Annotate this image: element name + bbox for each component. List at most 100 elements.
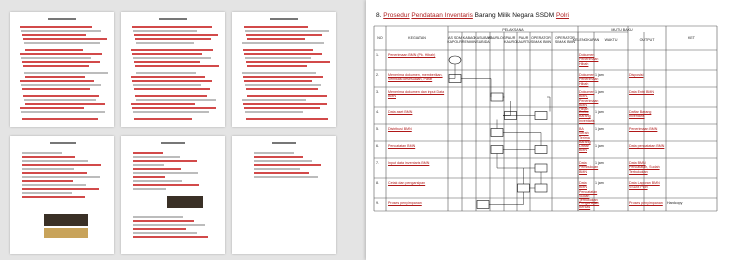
thumbnail-text-line xyxy=(242,72,316,74)
flow-process-box xyxy=(534,183,548,193)
thumbnail-text-line xyxy=(134,34,218,36)
flow-process-box xyxy=(534,145,548,154)
thumbnail-text-line xyxy=(48,18,76,20)
thumbnail-text-line xyxy=(22,34,86,36)
thumbnail-text-line xyxy=(22,168,74,170)
thumbnail-text-line xyxy=(25,103,105,105)
thumbnail-text-line xyxy=(133,184,199,186)
row-waktu: - xyxy=(595,201,597,205)
thumbnail-text-line xyxy=(254,168,300,170)
thumbnail-text-line xyxy=(22,164,101,166)
thumbnail-text-line xyxy=(133,216,183,218)
thumbnail-page-6[interactable] xyxy=(232,136,336,254)
thumbnail-page-5[interactable] xyxy=(121,136,225,254)
thumbnail-text-line xyxy=(21,84,101,86)
thumbnail-text-line xyxy=(22,188,99,190)
row-output: Data Laporan BMN SSDM Polri xyxy=(629,181,660,190)
row-number: 6. xyxy=(376,144,379,148)
row-kegiatan: Distribusi BMN xyxy=(388,127,412,131)
row-number: 2. xyxy=(376,73,379,77)
flow-connector xyxy=(547,96,551,112)
row-number: 5. xyxy=(376,127,379,131)
thumbnail-text-line xyxy=(21,30,101,32)
thumbnail-text-line xyxy=(132,26,212,28)
thumbnail-text-line xyxy=(24,99,96,101)
thumbnail-text-line xyxy=(22,152,62,154)
thumbnail-text-line xyxy=(242,42,324,44)
thumbnail-text-line xyxy=(133,232,197,234)
thumbnail-text-line xyxy=(133,176,165,178)
thumbnail-text-line xyxy=(133,168,181,170)
thumbnail-text-line xyxy=(135,65,219,67)
thumbnail-text-line xyxy=(25,49,83,51)
flow-process-box xyxy=(490,145,504,154)
thumbnail-text-line xyxy=(131,76,205,78)
row-kegiatan: Input data inventaris BMN xyxy=(388,161,430,165)
row-kelengkapan: Daftar BMN xyxy=(579,144,589,153)
thumbnail-text-line xyxy=(22,180,73,182)
thumbnail-text-line xyxy=(22,184,86,186)
thumbnail-text-line xyxy=(22,118,98,120)
row-waktu: 1 jam xyxy=(595,110,604,114)
thumbnail-page-2[interactable] xyxy=(121,12,225,127)
thumbnail-text-line xyxy=(21,57,91,59)
thumbnail-text-line xyxy=(245,57,311,59)
flow-process-box xyxy=(490,92,504,102)
row-waktu: 1 jam xyxy=(595,144,604,148)
row-output: Penerimaan BMN xyxy=(629,127,658,131)
thumbnail-page-3[interactable] xyxy=(232,12,336,127)
thumbnail-text-line xyxy=(133,156,180,158)
thumbnail-text-line xyxy=(134,61,200,63)
thumbnail-text-line xyxy=(254,156,303,158)
row-kelengkapan: Data BMN Pencatatan Sudah Terbukukan xyxy=(579,181,598,203)
row-number: 8. xyxy=(376,181,379,185)
header-pelaksana-1: AS SDM KAPOLRI xyxy=(447,36,463,44)
flow-connector xyxy=(503,132,542,146)
thumbnail-text-line xyxy=(133,111,209,113)
thumbnail-page-4[interactable] xyxy=(10,136,114,254)
document-page: 8. Prosedur Pendataan Inventaris Barang … xyxy=(366,0,730,260)
row-output: Data pencatatan BMN xyxy=(629,144,665,148)
thumbnail-text-line xyxy=(246,118,328,120)
thumbnail-text-line xyxy=(133,188,166,190)
thumbnail-text-line xyxy=(243,76,323,78)
thumbnail-text-line xyxy=(23,95,99,97)
row-waktu: 1 jam xyxy=(595,73,604,77)
thumbnail-text-line xyxy=(136,72,196,74)
thumbnail-text-line xyxy=(246,61,330,63)
thumbnail-text-line xyxy=(22,192,72,194)
flow-connector xyxy=(461,78,492,97)
thumbnail-text-line xyxy=(134,118,192,120)
thumbnail-text-line xyxy=(22,160,88,162)
row-kelengkapan: Dokumen BMN, Penerimaan BMN Hibah xyxy=(579,90,599,112)
row-number: 3. xyxy=(376,90,379,94)
thumbnail-text-line xyxy=(132,80,212,82)
thumbnail-text-line xyxy=(254,176,318,178)
thumbnail-text-line xyxy=(22,156,75,158)
thumbnail-text-line xyxy=(20,53,102,55)
thumbnail-text-line xyxy=(21,111,105,113)
flow-process-box xyxy=(534,163,548,173)
thumbnail-text-line xyxy=(131,49,213,51)
thumbnail-text-line xyxy=(244,26,308,28)
row-ket: Hardcopy xyxy=(667,201,683,205)
page-thumbnails-panel xyxy=(0,0,362,260)
thumbnail-text-line xyxy=(272,142,296,144)
thumbnail-image xyxy=(167,196,203,208)
thumbnail-text-line xyxy=(246,88,318,90)
header-no: NO xyxy=(377,36,383,40)
thumbnail-text-line xyxy=(245,84,321,86)
thumbnail-text-line xyxy=(245,30,329,32)
header-pelaksana-7: OPERATOR SIMAK BMN xyxy=(530,36,552,44)
thumbnail-text-line xyxy=(136,42,194,44)
thumbnail-text-line xyxy=(247,65,307,67)
thumbnail-text-line xyxy=(133,160,197,162)
thumbnail-text-line xyxy=(135,38,211,40)
thumbnail-text-line xyxy=(244,53,322,55)
thumbnail-page-1[interactable] xyxy=(10,12,114,127)
row-kegiatan: Data aset BMN xyxy=(388,110,413,114)
thumbnail-text-line xyxy=(133,84,201,86)
row-waktu: 1 jam xyxy=(595,90,604,94)
thumbnail-text-line xyxy=(25,76,85,78)
row-waktu: 1 jam xyxy=(595,127,604,131)
